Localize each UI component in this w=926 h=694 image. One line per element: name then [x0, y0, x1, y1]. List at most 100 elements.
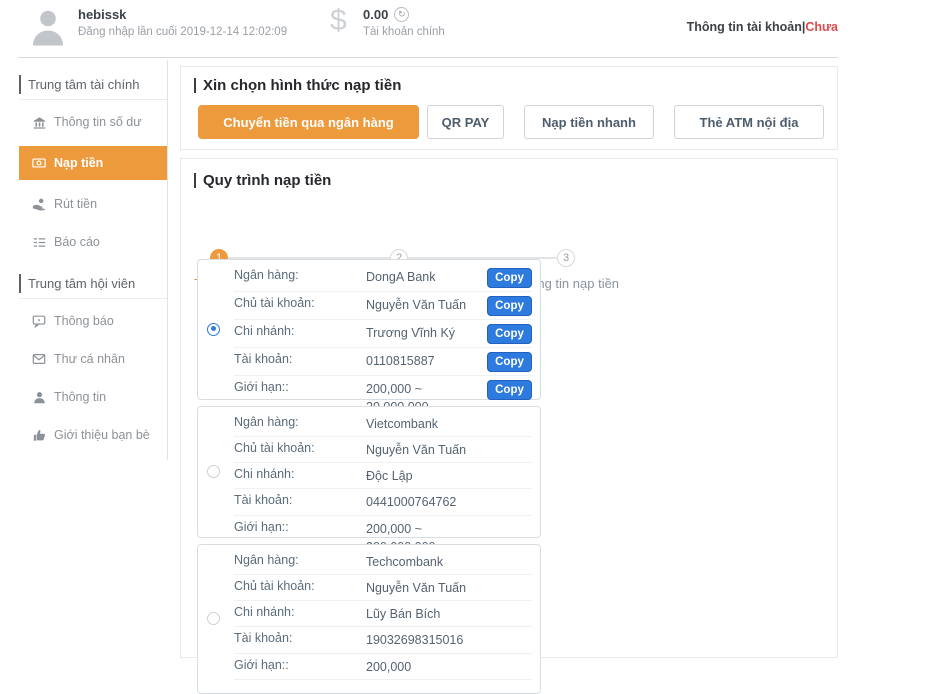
- row-value: Techcombank: [366, 553, 532, 571]
- deposit-stepper: 1 2 3 Tài khoản nhận Thông tin chuyển kh…: [181, 204, 837, 264]
- row-label: Giới hạn::: [234, 520, 366, 534]
- row-label: Chủ tài khoản:: [234, 579, 366, 593]
- row-label: Chủ tài khoản:: [234, 441, 366, 455]
- sidebar-item-label: Thông tin số dư: [54, 115, 142, 129]
- bank-account-card-donga[interactable]: Ngân hàng: DongA Bank Copy Chủ tài khoản…: [197, 259, 541, 400]
- dollar-icon: $: [330, 4, 347, 38]
- copy-button[interactable]: Copy: [487, 380, 532, 400]
- account-row: Chi nhánh: Trương Vĩnh Ký Copy: [234, 320, 532, 348]
- sidebar: Trung tâm tài chính Thông tin số dư Nạp …: [19, 60, 167, 451]
- person-icon: [32, 390, 46, 404]
- refresh-icon[interactable]: ↻: [394, 7, 409, 22]
- sidebar-item-label: Thư cá nhân: [54, 352, 125, 366]
- account-row: Chi nhánh: Độc Lập: [234, 463, 532, 489]
- row-value: 19032698315016: [366, 631, 532, 649]
- balance-label: Tài khoản chính: [363, 26, 445, 38]
- last-login: Đăng nhập lần cuối 2019-12-14 12:02:09: [78, 26, 287, 38]
- account-radio[interactable]: [207, 612, 220, 625]
- row-label: Ngân hàng:: [234, 268, 366, 282]
- bank-account-card-techcombank[interactable]: Ngân hàng: Techcombank Chủ tài khoản: Ng…: [197, 544, 541, 694]
- row-value: Vietcombank: [366, 415, 532, 433]
- account-row: Tài khoản: 0441000764762: [234, 489, 532, 515]
- row-label: Tài khoản:: [234, 631, 366, 645]
- account-row: Chủ tài khoản: Nguyễn Văn Tuấn Copy: [234, 292, 532, 320]
- username: hebissk: [78, 7, 287, 22]
- sidebar-item-label: Thông tin: [54, 390, 106, 404]
- row-value: Nguyễn Văn Tuấn: [366, 579, 532, 597]
- method-atm-card-button[interactable]: Thẻ ATM nội địa: [674, 105, 824, 139]
- sidebar-item-personal-mail[interactable]: Thư cá nhân: [19, 343, 167, 375]
- copy-button[interactable]: Copy: [487, 352, 532, 372]
- row-value: DongA Bank: [366, 268, 483, 286]
- copy-button[interactable]: Copy: [487, 268, 532, 288]
- process-heading: Quy trình nạp tiền: [194, 172, 837, 189]
- sidebar-item-withdraw[interactable]: Rút tiền: [19, 188, 167, 220]
- sidebar-item-label: Rút tiền: [54, 197, 97, 211]
- sidebar-section-finance-title: Trung tâm tài chính: [19, 75, 167, 94]
- row-value: Trương Vĩnh Ký: [366, 324, 483, 342]
- thumbs-up-icon: [32, 428, 46, 442]
- step-3-circle: 3: [557, 249, 575, 267]
- row-label: Tài khoản:: [234, 352, 366, 366]
- sidebar-item-report[interactable]: Báo cáo: [19, 226, 167, 258]
- row-value: 0110815887: [366, 352, 483, 370]
- row-label: Chi nhánh:: [234, 605, 366, 619]
- account-info-label: Thông tin tài khoản: [687, 20, 802, 34]
- row-label: Chủ tài khoản:: [234, 296, 366, 310]
- account-row: Giới hạn:: 200,000: [234, 654, 532, 680]
- row-label: Chi nhánh:: [234, 324, 366, 338]
- withdraw-icon: [32, 197, 46, 211]
- bank-icon: [32, 115, 46, 129]
- row-label: Ngân hàng:: [234, 553, 366, 567]
- row-label: Giới hạn::: [234, 380, 366, 394]
- sidebar-item-refer-friends[interactable]: Giới thiệu bạn bè: [19, 419, 167, 451]
- sidebar-item-deposit[interactable]: Nạp tiền: [19, 146, 167, 180]
- sidebar-item-balance-info[interactable]: Thông tin số dư: [19, 106, 167, 138]
- divider: [19, 99, 167, 100]
- sidebar-item-notifications[interactable]: Thông báo: [19, 305, 167, 337]
- copy-button[interactable]: Copy: [487, 324, 532, 344]
- account-row: Ngân hàng: DongA Bank Copy: [234, 264, 532, 292]
- sidebar-item-label: Thông báo: [54, 314, 114, 328]
- method-heading-text: Xin chọn hình thức nạp tiền: [203, 77, 401, 94]
- top-header: hebissk Đăng nhập lần cuối 2019-12-14 12…: [18, 0, 838, 58]
- method-fast-deposit-button[interactable]: Nạp tiền nhanh: [524, 105, 654, 139]
- avatar: [30, 6, 66, 46]
- method-buttons: Chuyển tiền qua ngân hàng QR PAY Nạp tiề…: [198, 105, 824, 139]
- row-value: Lũy Bán Bích: [366, 605, 532, 623]
- heading-bar: [194, 173, 196, 188]
- heading-bar: [194, 78, 196, 93]
- account-row: Tài khoản: 19032698315016: [234, 627, 532, 653]
- row-value: Nguyễn Văn Tuấn: [366, 296, 483, 314]
- row-value: Nguyễn Văn Tuấn: [366, 441, 532, 459]
- sidebar-item-label: Báo cáo: [54, 235, 100, 249]
- copy-button[interactable]: Copy: [487, 296, 532, 316]
- row-value: 200,000: [366, 658, 532, 676]
- account-info-status: Chưa: [805, 20, 838, 34]
- account-radio[interactable]: [207, 465, 220, 478]
- method-qr-pay-button[interactable]: QR PAY: [427, 105, 504, 139]
- row-label: Tài khoản:: [234, 493, 366, 507]
- sidebar-section-member-title: Trung tâm hội viên: [19, 274, 167, 293]
- row-label: Chi nhánh:: [234, 467, 366, 481]
- account-row: Ngân hàng: Vietcombank: [234, 411, 532, 437]
- deposit-process-panel: Quy trình nạp tiền 1 2 3 Tài khoản nhận …: [180, 158, 838, 658]
- balance-value: 0.00: [363, 7, 388, 22]
- mail-icon: [32, 352, 46, 366]
- row-value: Độc Lập: [366, 467, 532, 485]
- account-row: Tài khoản: 0110815887 Copy: [234, 348, 532, 376]
- row-label: Giới hạn::: [234, 658, 366, 672]
- sidebar-item-profile[interactable]: Thông tin: [19, 381, 167, 413]
- method-bank-transfer-button[interactable]: Chuyển tiền qua ngân hàng: [198, 105, 419, 139]
- account-row: Chủ tài khoản: Nguyễn Văn Tuấn: [234, 437, 532, 463]
- account-info-link[interactable]: Thông tin tài khoản|Chưa: [687, 20, 838, 34]
- account-row: Ngân hàng: Techcombank: [234, 549, 532, 575]
- row-value: 0441000764762: [366, 493, 532, 511]
- account-row: Chủ tài khoản: Nguyễn Văn Tuấn: [234, 575, 532, 601]
- divider: [19, 298, 167, 299]
- process-heading-text: Quy trình nạp tiền: [203, 172, 331, 189]
- bank-account-card-vietcombank[interactable]: Ngân hàng: Vietcombank Chủ tài khoản: Ng…: [197, 406, 541, 538]
- row-label: Ngân hàng:: [234, 415, 366, 429]
- account-radio-selected[interactable]: [207, 323, 220, 336]
- sidebar-item-label: Nạp tiền: [54, 156, 103, 170]
